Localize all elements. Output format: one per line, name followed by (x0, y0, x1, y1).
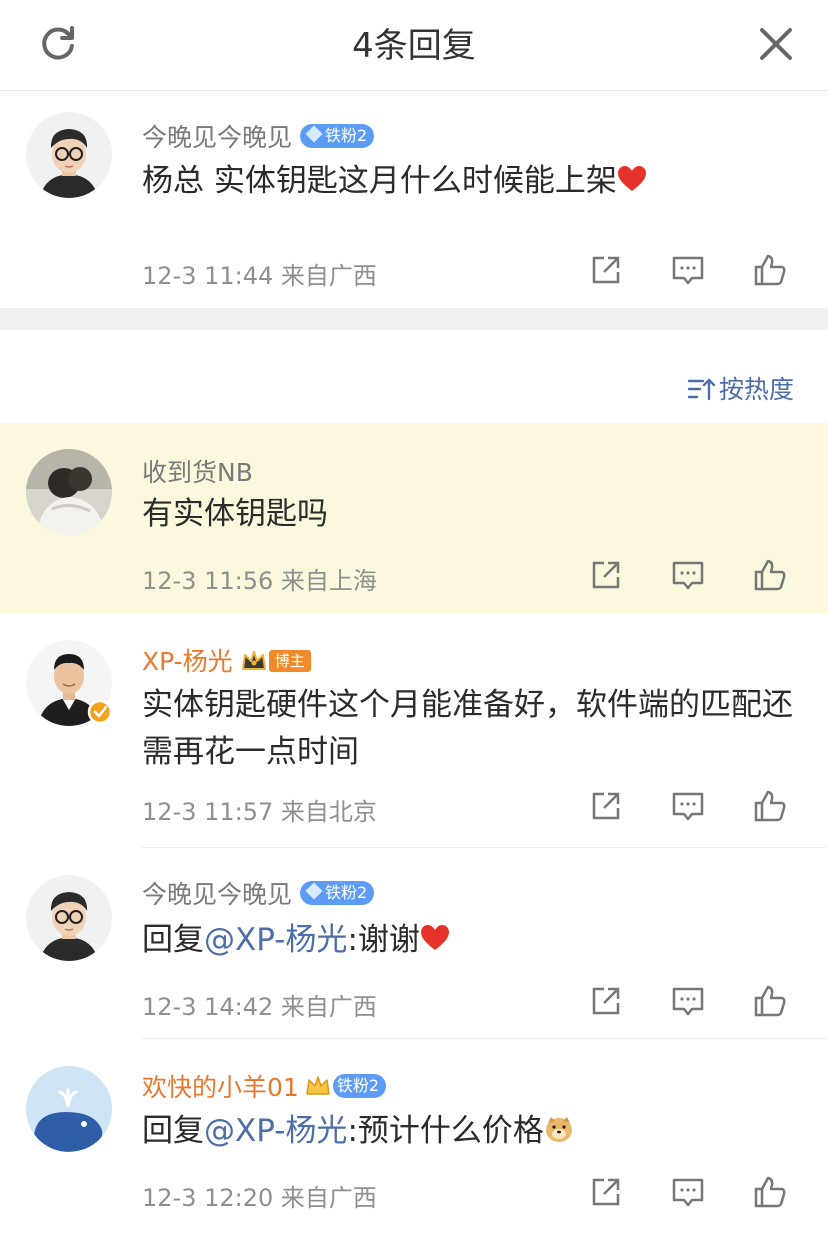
reply-prefix: 回复 (142, 922, 204, 958)
username-text[interactable]: 今晚见今晚见 (142, 123, 292, 152)
location: 来自广西 (280, 993, 377, 1021)
comment-meta: 12-3 11:56 来自上海 (142, 561, 377, 596)
comment-icon[interactable] (670, 252, 706, 288)
reply-item: 收到货NB 有实体钥匙吗 12-3 11:56 来自上海 (0, 423, 828, 613)
reply-item: 今晚见今晚见 铁粉2 回复@XP-杨光:谢谢 12-3 14:42 来自广西 (0, 849, 828, 1039)
fan-badge[interactable]: 铁粉2 (300, 124, 375, 148)
mention-link[interactable]: @XP-杨光 (204, 1113, 347, 1149)
comment-meta: 12-3 11:57 来自北京 (142, 792, 377, 827)
username[interactable]: 收到货NB (142, 453, 253, 489)
share-icon[interactable] (588, 983, 624, 1019)
page-title: 4条回复 (352, 26, 476, 66)
comment-icon[interactable] (670, 788, 706, 824)
timestamp: 12-3 11:57 (142, 798, 274, 826)
comment-meta: 12-3 12:20 来自广西 (142, 1178, 377, 1213)
username[interactable]: 欢快的小羊01 铁粉2 (142, 1068, 386, 1104)
comment-body: :谢谢 (347, 922, 420, 958)
comment-meta: 12-3 11:44 来自广西 (142, 256, 377, 291)
divider (142, 847, 828, 848)
reply-item: 欢快的小羊01 铁粉2 回复@XP-杨光:预计什么价格 12-3 12:20 来自… (0, 1040, 828, 1251)
comment-icon[interactable] (670, 983, 706, 1019)
comment-body: 杨总 实体钥匙这月什么时候能上架 (142, 163, 617, 199)
fan-badge[interactable]: 铁粉2 (332, 1074, 386, 1098)
sort-label[interactable]: 按热度 (719, 375, 794, 404)
blogger-badge[interactable]: 博主 (241, 647, 311, 673)
thumbs-up-icon[interactable] (752, 788, 788, 824)
username-text[interactable]: 收到货NB (142, 458, 253, 487)
action-bar (588, 788, 798, 828)
action-bar (588, 1174, 798, 1214)
share-icon[interactable] (588, 557, 624, 593)
fan-badge[interactable]: 铁粉2 (300, 881, 375, 905)
diamond-icon (305, 882, 323, 900)
avatar[interactable] (26, 640, 113, 726)
location: 来自广西 (280, 262, 377, 290)
divider (142, 1038, 828, 1039)
username[interactable]: 今晚见今晚见 铁粉2 (142, 875, 375, 911)
badge-label: 铁粉2 (336, 1076, 379, 1095)
timestamp: 12-3 14:42 (142, 993, 274, 1021)
timestamp: 12-3 11:56 (142, 567, 274, 595)
close-icon[interactable] (756, 24, 796, 64)
heart-emoji-icon (617, 165, 646, 191)
header-bar: 4条回复 (0, 0, 828, 91)
comment-text: 回复@XP-杨光:谢谢 (142, 917, 812, 964)
thumbs-up-icon[interactable] (752, 557, 788, 593)
comment-icon[interactable] (670, 1174, 706, 1210)
heart-emoji-icon (420, 924, 449, 950)
comment-text: 实体钥匙硬件这个月能准备好，软件端的匹配还需再花一点时间 (142, 682, 812, 776)
avatar[interactable] (26, 449, 112, 535)
location: 来自上海 (280, 567, 377, 595)
avatar[interactable] (26, 1066, 112, 1152)
thumbs-up-icon[interactable] (752, 983, 788, 1019)
location: 来自广西 (280, 1184, 377, 1212)
share-icon[interactable] (588, 788, 624, 824)
comment-body: :预计什么价格 (347, 1113, 544, 1149)
doge-emoji-icon (545, 1116, 572, 1142)
thumbs-up-icon[interactable] (752, 252, 788, 288)
comment-meta: 12-3 14:42 来自广西 (142, 987, 377, 1022)
action-bar (588, 983, 798, 1023)
username-text[interactable]: 今晚见今晚见 (142, 880, 292, 909)
comment-body: 有实体钥匙吗 (142, 496, 328, 532)
blogger-label: 博主 (268, 650, 311, 672)
reply-item: XP-杨光 博主 实体钥匙硬件这个月能准备好，软件端的匹配还需再花一点时间 12-… (0, 614, 828, 848)
badge-label: 铁粉2 (325, 883, 368, 902)
sort-icon (687, 378, 715, 401)
badge-label: 铁粉2 (325, 126, 368, 145)
crown-icon (241, 651, 266, 670)
comment-body: 实体钥匙硬件这个月能准备好，软件端的匹配还需再花一点时间 (142, 687, 793, 770)
username-text[interactable]: 欢快的小羊01 (142, 1073, 299, 1102)
sort-toggle[interactable]: 按热度 (687, 370, 794, 406)
timestamp: 12-3 12:20 (142, 1184, 274, 1212)
thumbs-up-icon[interactable] (752, 1174, 788, 1210)
mention-link[interactable]: @XP-杨光 (204, 922, 347, 958)
comment-icon[interactable] (670, 557, 706, 593)
share-icon[interactable] (588, 252, 624, 288)
avatar[interactable] (26, 875, 112, 961)
root-comment: 今晚见今晚见 铁粉2 杨总 实体钥匙这月什么时候能上架 12-3 11:44 来自… (0, 92, 828, 306)
share-icon[interactable] (588, 1174, 624, 1210)
comment-text: 回复@XP-杨光:预计什么价格 (142, 1108, 812, 1155)
avatar[interactable] (26, 112, 112, 198)
comment-text: 有实体钥匙吗 (142, 491, 812, 538)
diamond-icon (305, 125, 323, 143)
username-text[interactable]: XP-杨光 (142, 647, 233, 676)
location: 来自北京 (280, 798, 377, 826)
action-bar (588, 252, 798, 292)
reply-prefix: 回复 (142, 1113, 204, 1149)
section-divider (0, 308, 828, 330)
username[interactable]: 今晚见今晚见 铁粉2 (142, 118, 375, 154)
action-bar (588, 557, 798, 597)
crown-icon (306, 1076, 330, 1095)
timestamp: 12-3 11:44 (142, 262, 274, 290)
comment-text: 杨总 实体钥匙这月什么时候能上架 (142, 158, 812, 205)
username[interactable]: XP-杨光 博主 (142, 642, 311, 678)
